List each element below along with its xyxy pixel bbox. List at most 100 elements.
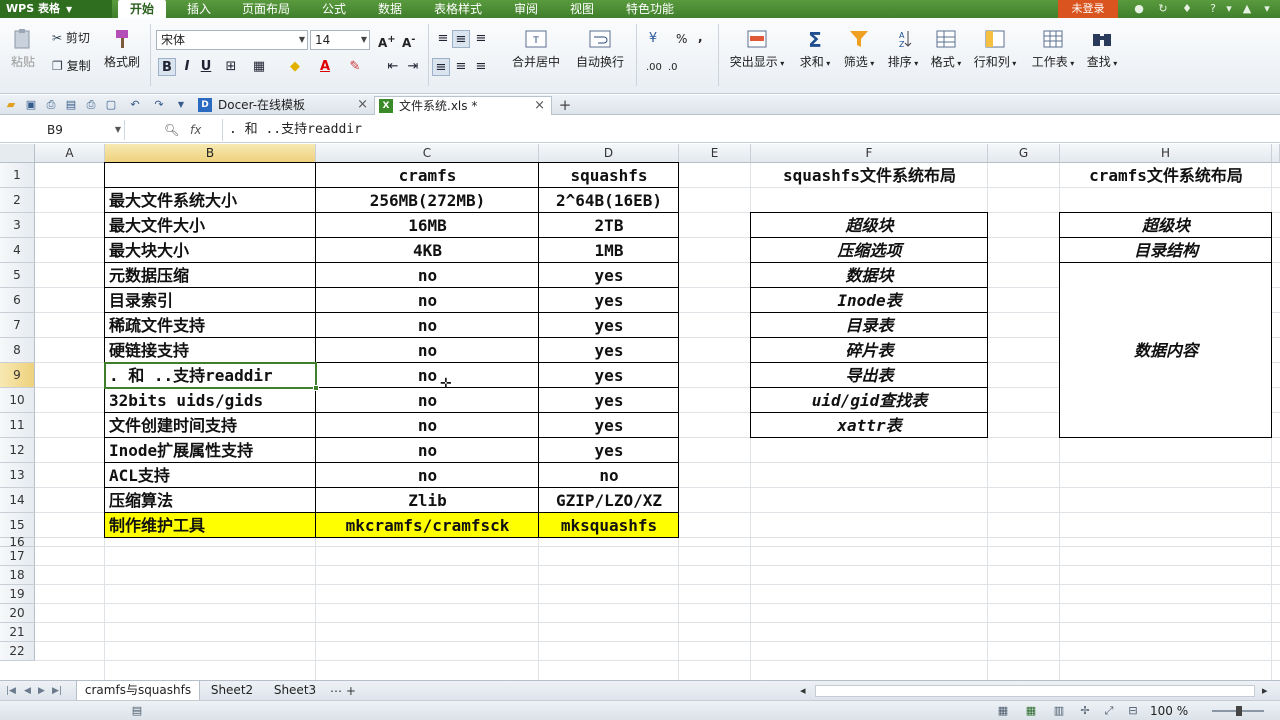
shirt-icon[interactable]: ♦	[1180, 2, 1194, 16]
next-sheet-icon[interactable]: ▶	[38, 683, 45, 699]
formula-input[interactable]: . 和 ..支持readdir	[222, 119, 1278, 141]
align-right-icon[interactable]: ≡	[472, 58, 490, 76]
menu-tab-8[interactable]: 视图	[558, 0, 606, 18]
percent-button[interactable]: %	[676, 31, 687, 47]
squashfs-value-cell[interactable]: mksquashfs	[539, 513, 679, 538]
worksheet-button[interactable]: 工作表 ▾	[1028, 28, 1078, 70]
column-header-c[interactable]: C	[316, 144, 539, 163]
page-layout-view-icon[interactable]: ▦	[1024, 704, 1038, 718]
undo-icon[interactable]: ↶	[128, 98, 142, 112]
squashfs-layout-title[interactable]: squashfs文件系统布局	[751, 163, 988, 188]
cramfs-value-cell[interactable]: no	[316, 363, 539, 388]
spreadsheet-grid[interactable]: A B C D E F G H 1 2 3 4 5 6 7 8 9 10 11 12 13 14 15 16 17 18 19 20 2…	[0, 144, 1280, 680]
cramfs-value-cell[interactable]: 256MB(272MB)	[316, 188, 539, 213]
increase-font-icon[interactable]: A+	[378, 32, 396, 51]
decrease-decimal-icon[interactable]: .0	[668, 60, 678, 76]
row-header-10[interactable]: 10	[0, 388, 35, 413]
menu-tab-4[interactable]: 公式	[312, 0, 356, 18]
squashfs-layout-item[interactable]: 压缩选项	[751, 238, 988, 263]
increase-indent-icon[interactable]: ⇥	[404, 58, 422, 76]
italic-button[interactable]: I	[178, 58, 196, 76]
cell-style-icon[interactable]: ▦	[250, 58, 268, 76]
squashfs-value-cell[interactable]: yes	[539, 338, 679, 363]
menu-tab-5[interactable]: 数据	[368, 0, 412, 18]
cramfs-value-cell[interactable]: Zlib	[316, 488, 539, 513]
menu-tab-7[interactable]: 审阅	[504, 0, 548, 18]
sync-icon[interactable]: ↻	[1156, 2, 1170, 16]
scroll-right-icon[interactable]: ▸	[1262, 683, 1268, 699]
menu-tab-2[interactable]: 插入	[178, 0, 220, 18]
row-header-14[interactable]: 14	[0, 488, 35, 513]
cramfs-layout-title[interactable]: cramfs文件系统布局	[1060, 163, 1272, 188]
name-box[interactable]: B9 ▼	[0, 120, 125, 140]
squashfs-value-cell[interactable]: 2^64B(16EB)	[539, 188, 679, 213]
feature-cell[interactable]: 最大文件系统大小	[105, 188, 316, 213]
open-folder-icon[interactable]: ▰	[4, 98, 18, 112]
column-header-f[interactable]: F	[751, 144, 988, 163]
normal-view-icon[interactable]: ▦	[996, 704, 1010, 718]
squashfs-layout-item[interactable]: 导出表	[751, 363, 988, 388]
export-pdf-icon[interactable]: ▤	[64, 98, 78, 112]
feature-cell[interactable]: ACL支持	[105, 463, 316, 488]
cramfs-layout-item[interactable]: 目录结构	[1060, 238, 1272, 263]
print-icon[interactable]: ⎙	[84, 98, 98, 112]
cramfs-data-content[interactable]: 数据内容	[1060, 263, 1272, 438]
squashfs-value-cell[interactable]: 1MB	[539, 238, 679, 263]
sheet-tab-3[interactable]: Sheet3	[264, 681, 326, 701]
decrease-indent-icon[interactable]: ⇤	[384, 58, 402, 76]
doc-tab-filesystem[interactable]: X 文件系统.xls * ×	[374, 96, 552, 115]
comma-button[interactable]: ,	[698, 29, 703, 45]
column-header-g[interactable]: G	[988, 144, 1060, 163]
row-header-8[interactable]: 8	[0, 338, 35, 363]
squashfs-value-cell[interactable]: 2TB	[539, 213, 679, 238]
feature-cell[interactable]: 制作维护工具	[105, 513, 316, 538]
cramfs-value-cell[interactable]: no	[316, 388, 539, 413]
login-button[interactable]: 未登录	[1058, 0, 1118, 18]
row-header-3[interactable]: 3	[0, 213, 35, 238]
find-button[interactable]: 查找 ▾	[1082, 28, 1122, 70]
row-header-22[interactable]: 22	[0, 642, 35, 661]
feature-cell[interactable]: 32bits uids/gids	[105, 388, 316, 413]
format-painter-button[interactable]: 格式刷	[102, 28, 142, 70]
squashfs-value-cell[interactable]: no	[539, 463, 679, 488]
font-color-icon[interactable]: A	[316, 58, 334, 76]
zoom-slider[interactable]	[1212, 706, 1264, 716]
row-header-20[interactable]: 20	[0, 604, 35, 623]
align-top-icon[interactable]: ≡	[434, 30, 452, 48]
clear-format-icon[interactable]: ✎	[346, 58, 364, 76]
app-menu-button[interactable]: WPS 表格 ▼	[0, 0, 112, 18]
row-header-7[interactable]: 7	[0, 313, 35, 338]
squashfs-layout-item[interactable]: 碎片表	[751, 338, 988, 363]
last-sheet-icon[interactable]: ▶|	[52, 683, 62, 699]
menu-tab-9[interactable]: 特色功能	[612, 0, 688, 18]
column-header-a[interactable]: A	[35, 144, 105, 163]
bold-button[interactable]: B	[158, 58, 176, 76]
menu-tab-6[interactable]: 表格样式	[422, 0, 494, 18]
cut-button[interactable]: ✂ 剪切	[52, 30, 90, 46]
row-header-18[interactable]: 18	[0, 566, 35, 585]
row-header-17[interactable]: 17	[0, 547, 35, 566]
ribbon-option-icon[interactable]: ▾	[1260, 2, 1274, 16]
squashfs-value-cell[interactable]: yes	[539, 288, 679, 313]
cramfs-value-cell[interactable]: 4KB	[316, 238, 539, 263]
skin-icon[interactable]: ●	[1132, 2, 1146, 16]
redo-icon[interactable]: ↷	[152, 98, 166, 112]
row-header-2[interactable]: 2	[0, 188, 35, 213]
reading-mode-icon[interactable]: ✢	[1078, 704, 1092, 718]
cramfs-layout-item[interactable]: 超级块	[1060, 213, 1272, 238]
font-size-combo[interactable]: 14 ▼	[310, 30, 370, 50]
feature-cell[interactable]: 元数据压缩	[105, 263, 316, 288]
copy-button[interactable]: ❐ 复制	[52, 58, 91, 74]
sheet-tab-2[interactable]: Sheet2	[202, 681, 262, 701]
squashfs-value-cell[interactable]: yes	[539, 263, 679, 288]
feature-cell[interactable]: 文件创建时间支持	[105, 413, 316, 438]
more-sheets-icon[interactable]: ⋯ +	[330, 683, 356, 699]
squashfs-value-cell[interactable]: yes	[539, 363, 679, 388]
feature-cell[interactable]: Inode扩展属性支持	[105, 438, 316, 463]
column-header-e[interactable]: E	[679, 144, 751, 163]
save-icon[interactable]: ▣	[24, 98, 38, 112]
prev-sheet-icon[interactable]: ◀	[24, 683, 31, 699]
row-header-19[interactable]: 19	[0, 585, 35, 604]
menu-tab-3[interactable]: 页面布局	[232, 0, 300, 18]
squashfs-value-cell[interactable]: yes	[539, 438, 679, 463]
